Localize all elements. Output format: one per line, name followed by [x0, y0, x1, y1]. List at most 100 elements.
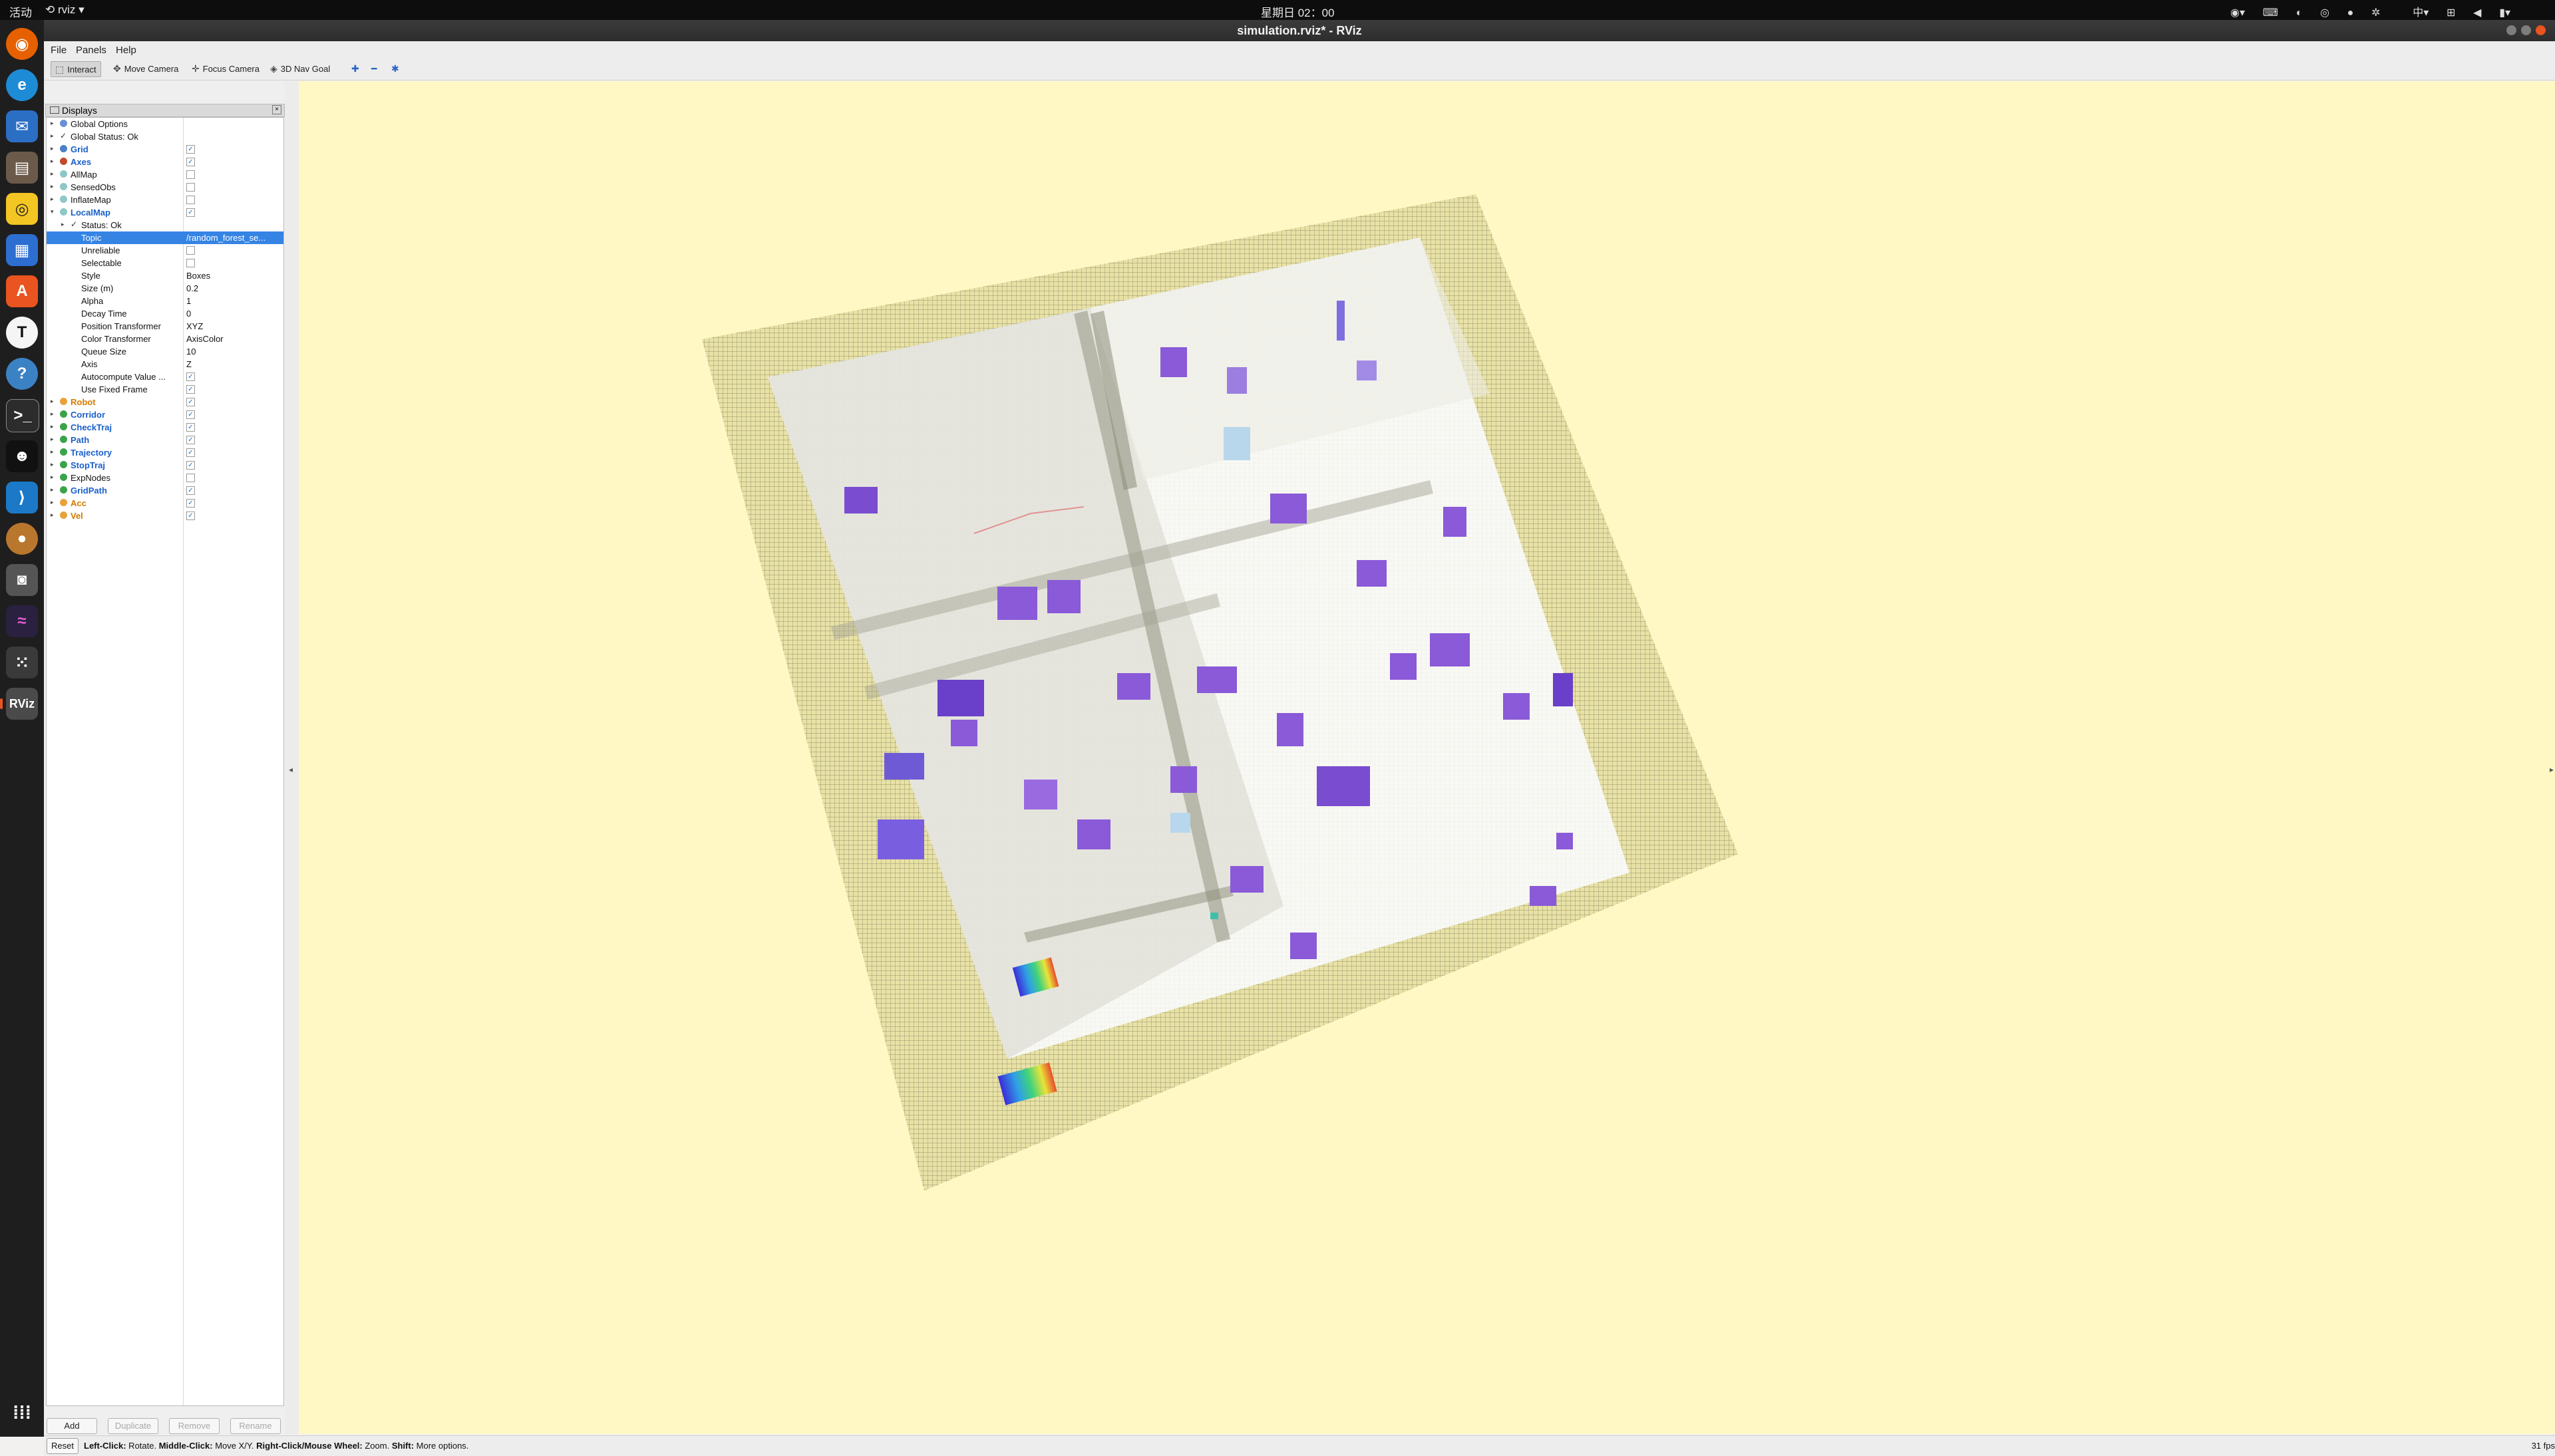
collapsed-arrow-icon[interactable]: ▸ — [51, 196, 54, 203]
enable-checkbox[interactable]: ✓ — [186, 499, 195, 508]
property-value[interactable]: 0.2 — [186, 283, 282, 293]
volume-icon[interactable]: ◀ — [2473, 7, 2481, 19]
property-value[interactable]: 10 — [186, 347, 282, 357]
display-row[interactable]: Selectable — [47, 257, 283, 269]
panel-splitter[interactable]: ◂ — [285, 81, 299, 1434]
display-row[interactable]: ▸ Acc ✓ — [47, 497, 283, 510]
files-icon[interactable]: ▤ — [6, 152, 38, 184]
minimize-button[interactable] — [2506, 25, 2516, 35]
power-icon[interactable]: ▮▾ — [2499, 7, 2510, 19]
show-applications-icon[interactable]: ⁞⁞⁞ — [6, 1397, 38, 1429]
collapsed-arrow-icon[interactable]: ▸ — [51, 423, 54, 430]
app-grid-icon[interactable]: ⁙ — [6, 647, 38, 678]
collapsed-arrow-icon[interactable]: ▸ — [51, 183, 54, 190]
display-row[interactable]: ▸ ✓ Status: Ok — [47, 219, 283, 231]
display-row[interactable]: ▸ Path ✓ — [47, 434, 283, 446]
thunderbird-icon[interactable]: ✉ — [6, 110, 38, 142]
display-row[interactable]: Alpha 1 — [47, 295, 283, 307]
display-row[interactable]: ▸ StopTraj ✓ — [47, 459, 283, 472]
enable-checkbox[interactable]: ✓ — [186, 158, 195, 166]
rhythmbox-icon[interactable]: ◎ — [6, 193, 38, 225]
property-value[interactable]: XYZ — [186, 321, 282, 331]
terminal-icon[interactable]: >_ — [6, 399, 39, 432]
enable-checkbox[interactable]: ✓ — [186, 486, 195, 495]
enable-checkbox[interactable]: ✓ — [186, 511, 195, 520]
enable-checkbox[interactable]: ✓ — [186, 208, 195, 217]
edge-icon[interactable]: e — [6, 69, 38, 101]
collapsed-arrow-icon[interactable]: ▸ — [51, 436, 54, 443]
collapsed-arrow-icon[interactable]: ▸ — [51, 410, 54, 418]
vscode-icon[interactable]: ⟩ — [6, 482, 38, 513]
display-row[interactable]: ▸ SensedObs — [47, 181, 283, 194]
wechat-tray-icon[interactable]: ● — [2347, 7, 2354, 19]
screenshot-icon[interactable]: ◙ — [6, 564, 38, 596]
enable-checkbox[interactable]: ✓ — [186, 448, 195, 457]
nav-goal-button[interactable]: ◈ 3D Nav Goal — [266, 61, 334, 76]
enable-checkbox[interactable] — [186, 259, 195, 267]
collapsed-arrow-icon[interactable]: ▸ — [51, 486, 54, 494]
enable-checkbox[interactable]: ✓ — [186, 423, 195, 432]
tray-app-icon[interactable]: ✲ — [2371, 7, 2380, 19]
reset-button[interactable]: Reset — [47, 1438, 79, 1454]
displays-tree[interactable]: ▸ Global Options ▸ ✓ Global Status: Ok ▸ Grid ✓… — [46, 117, 284, 1406]
help-icon[interactable]: ? — [6, 358, 38, 390]
enable-checkbox[interactable] — [186, 196, 195, 204]
rviz-icon[interactable]: RViz — [6, 688, 38, 720]
close-button[interactable] — [2536, 25, 2546, 35]
enable-checkbox[interactable]: ✓ — [186, 410, 195, 419]
display-row[interactable]: Topic/random_forest_se... — [47, 231, 283, 244]
system-tray[interactable]: ◉▾ ⌨ ◐ ◎ ● ✲ 中▾ ⊞ ◀ ▮▾ — [2216, 3, 2510, 19]
enable-checkbox[interactable] — [186, 474, 195, 482]
network-app-icon[interactable]: ◐ — [2296, 7, 2303, 19]
qq-icon[interactable]: ☻ — [6, 440, 38, 472]
display-row[interactable]: ▸ Trajectory ✓ — [47, 446, 283, 459]
property-value[interactable]: /random_forest_se... — [186, 233, 282, 243]
display-row[interactable]: Size (m) 0.2 — [47, 282, 283, 295]
enable-checkbox[interactable]: ✓ — [186, 385, 195, 394]
enable-checkbox[interactable]: ✓ — [186, 461, 195, 470]
property-value[interactable]: Z — [186, 359, 282, 369]
display-row[interactable]: ▾ LocalMap ✓ — [47, 206, 283, 219]
enable-checkbox[interactable]: ✓ — [186, 436, 195, 444]
enable-checkbox[interactable]: ✓ — [186, 398, 195, 406]
display-row[interactable]: ▸ ✓ Global Status: Ok — [47, 130, 283, 143]
display-row[interactable]: ▸ InflateMap — [47, 194, 283, 206]
display-row[interactable]: ▸ Global Options — [47, 118, 283, 130]
move-camera-button[interactable]: ✥ Move Camera — [109, 61, 182, 76]
clock[interactable]: 星期日 02：00 — [1261, 3, 1335, 20]
collapsed-arrow-icon[interactable]: ▸ — [51, 461, 54, 468]
remove-tool-button[interactable]: ━ — [367, 61, 381, 76]
menu-help[interactable]: Help — [116, 45, 136, 56]
menu-panels[interactable]: Panels — [76, 45, 106, 56]
enable-checkbox[interactable]: ✓ — [186, 372, 195, 381]
expanded-arrow-icon[interactable]: ▾ — [51, 208, 54, 216]
keyboard-icon[interactable]: ⌨ — [2263, 7, 2278, 19]
accessibility-icon[interactable]: ◉▾ — [2230, 7, 2245, 19]
writer-icon[interactable]: ▦ — [6, 234, 38, 266]
input-method-indicator[interactable]: 中▾ — [2398, 7, 2429, 19]
display-row[interactable]: ▸ GridPath ✓ — [47, 484, 283, 497]
close-panel-icon[interactable]: × — [272, 105, 281, 114]
display-row[interactable]: Unreliable — [47, 244, 283, 257]
display-row[interactable]: ▸ ExpNodes — [47, 472, 283, 484]
app-menu[interactable]: ⟲ rviz ▾ — [45, 3, 85, 17]
collapsed-arrow-icon[interactable]: ▸ — [51, 170, 54, 178]
property-value[interactable]: 0 — [186, 309, 282, 319]
display-row[interactable]: ▸ Vel ✓ — [47, 510, 283, 522]
maximize-button[interactable] — [2521, 25, 2531, 35]
window-titlebar[interactable]: simulation.rviz* - RViz — [44, 20, 2555, 41]
activities-button[interactable]: 活动 — [9, 3, 32, 20]
render-viewport[interactable]: ▸ — [299, 81, 2555, 1434]
collapsed-arrow-icon[interactable]: ▸ — [51, 158, 54, 165]
collapse-right-icon[interactable]: ▸ — [2550, 765, 2554, 774]
display-row[interactable]: ▸ Axes ✓ — [47, 156, 283, 168]
display-row[interactable]: Autocompute Value ... ✓ — [47, 370, 283, 383]
tool-properties-button[interactable]: ✱ — [387, 61, 403, 76]
collapsed-arrow-icon[interactable]: ▸ — [51, 120, 54, 127]
app-icon[interactable]: ● — [6, 523, 38, 555]
firefox-icon[interactable]: ◉ — [6, 28, 38, 60]
software-center-icon[interactable]: A — [6, 275, 38, 307]
focus-camera-button[interactable]: ✛ Focus Camera — [188, 61, 263, 76]
collapsed-arrow-icon[interactable]: ▸ — [51, 145, 54, 152]
enable-checkbox[interactable]: ✓ — [186, 145, 195, 154]
